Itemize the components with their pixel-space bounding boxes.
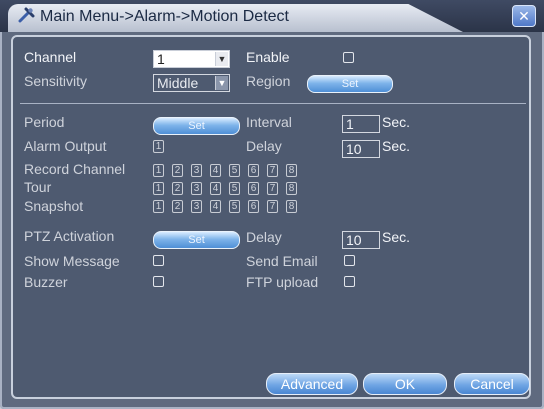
record-channel-box-5[interactable]: 5 bbox=[229, 164, 240, 177]
buzzer-label: Buzzer bbox=[24, 274, 68, 290]
record-channel-box-8[interactable]: 8 bbox=[286, 164, 297, 177]
delay-label: Delay bbox=[246, 138, 282, 154]
delay-unit: Sec. bbox=[382, 138, 411, 154]
ptz-set-button[interactable]: Set bbox=[153, 231, 240, 249]
alarm-output-1[interactable]: 1 bbox=[153, 140, 164, 153]
record-channel-box-3[interactable]: 3 bbox=[191, 164, 202, 177]
window-title: Main Menu->Alarm->Motion Detect bbox=[40, 8, 289, 25]
record-channel-box-6[interactable]: 6 bbox=[248, 164, 259, 177]
cancel-button[interactable]: Cancel bbox=[454, 373, 530, 395]
snapshot-box-8[interactable]: 8 bbox=[286, 200, 297, 213]
sensitivity-select[interactable]: Middle ▼ bbox=[153, 74, 230, 92]
region-label: Region bbox=[246, 73, 291, 89]
snapshot-box-6[interactable]: 6 bbox=[248, 200, 259, 213]
settings-panel bbox=[11, 35, 531, 399]
motion-detect-window: Main Menu->Alarm->Motion Detect ✕ Channe… bbox=[0, 0, 544, 409]
alarm-output-label: Alarm Output bbox=[24, 138, 107, 154]
tour-box-3[interactable]: 3 bbox=[191, 182, 202, 195]
record-channel-box-1[interactable]: 1 bbox=[153, 164, 164, 177]
period-set-button[interactable]: Set bbox=[153, 117, 240, 135]
record-channel-label: Record Channel bbox=[24, 161, 126, 177]
interval-input[interactable]: 1 bbox=[342, 115, 380, 133]
tour-box-6[interactable]: 6 bbox=[248, 182, 259, 195]
tour-box-1[interactable]: 1 bbox=[153, 182, 164, 195]
send-email-checkbox[interactable] bbox=[344, 255, 355, 266]
tools-icon bbox=[18, 7, 35, 23]
ptz-delay-label: Delay bbox=[246, 229, 282, 245]
tour-box-4[interactable]: 4 bbox=[210, 182, 221, 195]
channel-value: 1 bbox=[157, 51, 165, 67]
snapshot-label: Snapshot bbox=[24, 198, 84, 214]
tour-box-7[interactable]: 7 bbox=[267, 182, 278, 195]
interval-unit: Sec. bbox=[382, 114, 411, 130]
tour-box-8[interactable]: 8 bbox=[286, 182, 297, 195]
advanced-button[interactable]: Advanced bbox=[266, 373, 358, 395]
channel-select[interactable]: 1 ▼ bbox=[153, 50, 230, 68]
snapshot-box-5[interactable]: 5 bbox=[229, 200, 240, 213]
ftp-upload-checkbox[interactable] bbox=[344, 276, 355, 287]
record-channel-box-4[interactable]: 4 bbox=[210, 164, 221, 177]
tour-label: Tour bbox=[24, 179, 52, 195]
ptz-delay-unit: Sec. bbox=[382, 229, 411, 245]
close-icon[interactable]: ✕ bbox=[512, 5, 536, 27]
sensitivity-value: Middle bbox=[157, 75, 199, 91]
enable-checkbox[interactable] bbox=[343, 52, 354, 63]
interval-label: Interval bbox=[246, 114, 292, 130]
show-message-checkbox[interactable] bbox=[153, 255, 164, 266]
region-set-button[interactable]: Set bbox=[307, 75, 393, 93]
send-email-label: Send Email bbox=[246, 253, 318, 269]
snapshot-box-4[interactable]: 4 bbox=[210, 200, 221, 213]
sensitivity-label: Sensitivity bbox=[24, 73, 88, 89]
period-label: Period bbox=[24, 114, 65, 130]
ftp-upload-label: FTP upload bbox=[246, 274, 319, 290]
tour-box-5[interactable]: 5 bbox=[229, 182, 240, 195]
record-channel-box-2[interactable]: 2 bbox=[172, 164, 183, 177]
snapshot-box-3[interactable]: 3 bbox=[191, 200, 202, 213]
ok-button[interactable]: OK bbox=[363, 373, 447, 395]
chevron-down-icon: ▼ bbox=[215, 76, 228, 90]
snapshot-box-7[interactable]: 7 bbox=[267, 200, 278, 213]
delay-input[interactable]: 10 bbox=[342, 140, 380, 158]
divider bbox=[20, 103, 526, 104]
chevron-down-icon: ▼ bbox=[215, 52, 228, 66]
channel-label: Channel bbox=[24, 49, 77, 65]
buzzer-checkbox[interactable] bbox=[153, 276, 164, 287]
snapshot-box-2[interactable]: 2 bbox=[172, 200, 183, 213]
title-bar: Main Menu->Alarm->Motion Detect ✕ bbox=[0, 0, 544, 32]
ptz-activation-label: PTZ Activation bbox=[24, 228, 115, 244]
tour-box-2[interactable]: 2 bbox=[172, 182, 183, 195]
snapshot-box-1[interactable]: 1 bbox=[153, 200, 164, 213]
record-channel-box-7[interactable]: 7 bbox=[267, 164, 278, 177]
show-message-label: Show Message bbox=[24, 253, 120, 269]
enable-label: Enable bbox=[246, 49, 290, 65]
ptz-delay-input[interactable]: 10 bbox=[342, 231, 380, 249]
